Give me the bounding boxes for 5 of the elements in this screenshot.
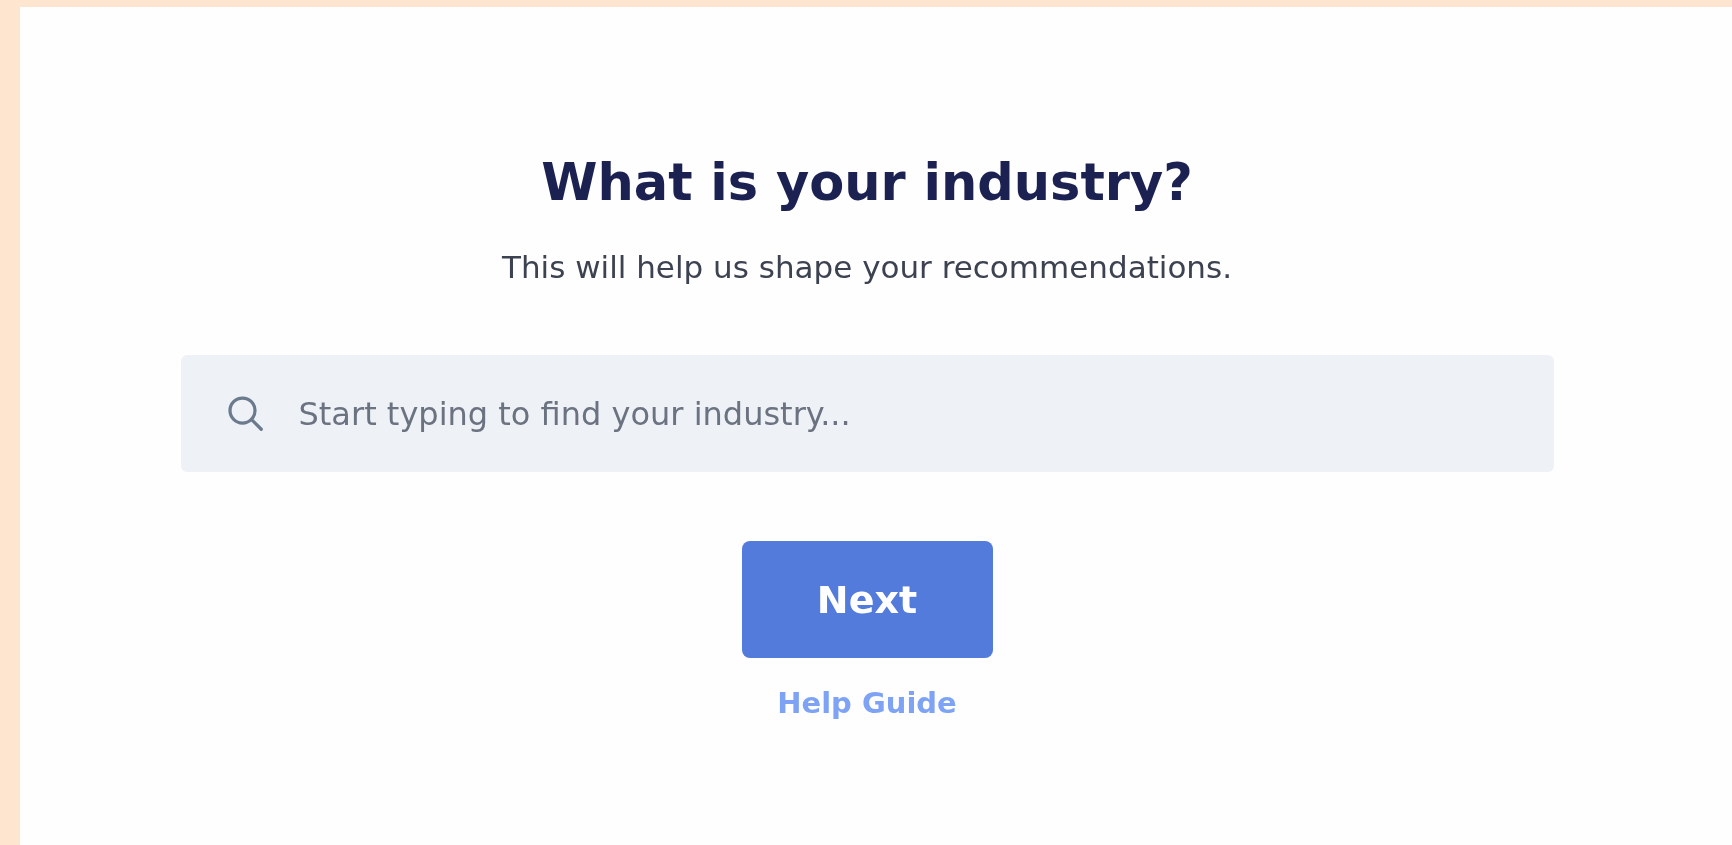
page-title: What is your industry?	[541, 153, 1193, 213]
subtitle: This will help us shape your recommendations.	[501, 249, 1232, 285]
next-button[interactable]: Next	[741, 541, 993, 658]
help-guide-link[interactable]: Help Guide	[777, 686, 957, 720]
search-field[interactable]: Start typing to find your industry...	[180, 355, 1554, 472]
